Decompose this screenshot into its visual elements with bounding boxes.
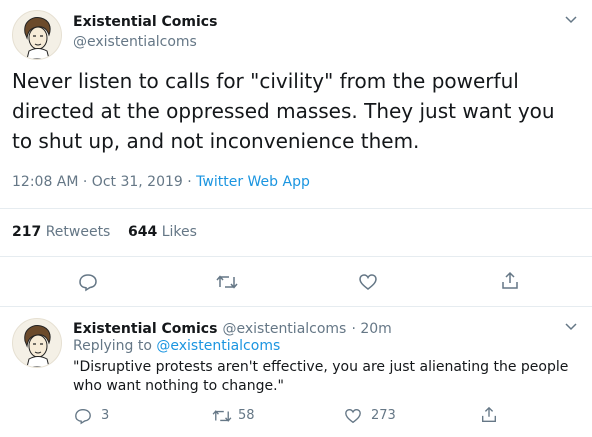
author-handle[interactable]: @existentialcoms (73, 34, 197, 50)
divider (0, 306, 592, 307)
retweet-icon[interactable] (216, 273, 238, 291)
like-icon[interactable] (358, 272, 378, 292)
share-icon[interactable] (480, 406, 498, 424)
reply-author-name[interactable]: Existential Comics (73, 321, 217, 337)
likes-label: Likes (161, 224, 197, 240)
reply-time[interactable]: · 20m (351, 321, 391, 337)
tweet-meta: 12:08 AM · Oct 31, 2019 · Twitter Web Ap… (12, 174, 310, 190)
retweet-count: 58 (238, 408, 255, 423)
like-icon[interactable] (344, 407, 362, 425)
likes-stat[interactable]: 644 Likes (128, 224, 197, 240)
chevron-down-icon[interactable] (564, 13, 578, 27)
divider (0, 208, 592, 209)
replying-to: Replying to @existentialcoms (73, 338, 280, 354)
reply-header: Existential Comics @existentialcoms · 20… (73, 318, 392, 337)
author-avatar[interactable] (12, 10, 62, 60)
likes-count: 644 (128, 224, 158, 240)
replying-to-label: Replying to (73, 338, 152, 354)
tweet-timestamp[interactable]: 12:08 AM · Oct 31, 2019 · (12, 174, 192, 190)
retweets-stat[interactable]: 217 Retweets (12, 224, 110, 240)
replying-to-handle[interactable]: @existentialcoms (156, 338, 280, 354)
share-icon[interactable] (500, 271, 520, 291)
chevron-down-icon[interactable] (564, 320, 578, 334)
retweets-count: 217 (12, 224, 42, 240)
reply-icon[interactable] (78, 272, 98, 292)
reply-count: 3 (101, 408, 110, 423)
retweets-label: Retweets (45, 224, 111, 240)
reply-icon[interactable] (74, 407, 92, 425)
reply-author-handle[interactable]: @existentialcoms (223, 321, 347, 337)
like-count: 273 (371, 408, 396, 423)
tweet-source-link[interactable]: Twitter Web App (196, 174, 310, 190)
reply-text: "Disruptive protests aren't effective, y… (73, 359, 569, 394)
divider (0, 256, 592, 257)
retweet-icon[interactable] (212, 408, 232, 424)
author-name[interactable]: Existential Comics (73, 14, 217, 30)
reply-author-avatar[interactable] (12, 318, 62, 368)
tweet-text: Never listen to calls for "civility" fro… (12, 69, 555, 153)
